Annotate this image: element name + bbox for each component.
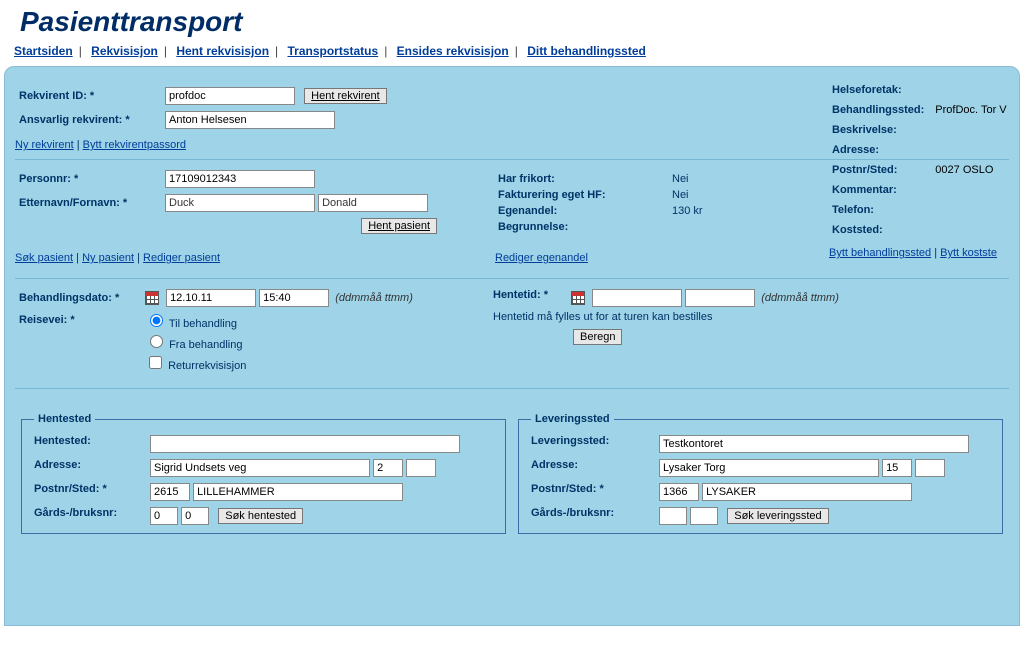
nav-rekvisisjon[interactable]: Rekvisisjon — [91, 44, 158, 58]
behandlingsdato-label: Behandlingsdato: * — [15, 289, 145, 307]
reisevei-label: Reisevei: * — [15, 311, 145, 374]
radio-fra-behandling[interactable] — [150, 335, 163, 348]
hentested-adresse-input[interactable] — [150, 459, 370, 477]
frikort-value: Nei — [664, 172, 704, 186]
info-beskrivelse-label: Beskrivelse: — [831, 121, 932, 139]
etternavn-input — [165, 194, 315, 212]
fakturering-value: Nei — [664, 188, 704, 202]
hent-pasient-button[interactable]: Hent pasient — [361, 218, 437, 234]
nav-hent-rekvisisjon[interactable]: Hent rekvisisjon — [176, 44, 269, 58]
hentetid-label: Hentetid: * — [493, 289, 571, 307]
hentested-gbnr-label: Gårds-/bruksnr: — [34, 507, 150, 525]
info-block: Helseforetak: Behandlingssted:ProfDoc. T… — [829, 79, 1019, 261]
rekvirent-id-input[interactable] — [165, 87, 295, 105]
nav-ditt-behandlingssted[interactable]: Ditt behandlingssted — [527, 44, 646, 58]
leveringssted-legend: Leveringssted — [531, 413, 614, 425]
hentested-gardsnr-input[interactable] — [150, 507, 178, 525]
hentested-adresse-label: Adresse: — [34, 459, 150, 477]
link-rediger-egenandel[interactable]: Rediger egenandel — [495, 252, 588, 264]
calendar-icon-hentetid[interactable] — [571, 291, 585, 305]
leveringssted-gardsnr-input[interactable] — [659, 507, 687, 525]
etternavn-fornavn-label: Etternavn/Fornavn: * — [15, 194, 165, 234]
hent-rekvirent-button[interactable]: Hent rekvirent — [304, 88, 386, 104]
hentested-sted-input[interactable] — [193, 483, 403, 501]
hentetid-format-hint: (ddmmåå ttmm) — [761, 292, 839, 304]
info-behandlingssted-value: ProfDoc. Tor V — [934, 101, 1014, 119]
hentested-adresse-extra-input[interactable] — [406, 459, 436, 477]
behandlingsdato-input[interactable] — [166, 289, 256, 307]
begrunnelse-label: Begrunnelse: — [497, 220, 662, 234]
egenandel-label: Egenandel: — [497, 204, 662, 218]
leveringssted-fieldset: Leveringssted Leveringssted: Adresse: Po… — [518, 413, 1003, 534]
leveringssted-label: Leveringssted: — [531, 435, 659, 453]
frikort-label: Har frikort: — [497, 172, 662, 186]
ansvarlig-rekvirent-input[interactable] — [165, 111, 335, 129]
leveringssted-adresse-nr-input[interactable] — [882, 459, 912, 477]
hentetid-dato-input[interactable] — [592, 289, 682, 307]
checkbox-returrekvisisjon-label: Returrekvisisjon — [168, 360, 246, 372]
hentested-postnr-label: Postnr/Sted: * — [34, 483, 150, 501]
link-rediger-pasient[interactable]: Rediger pasient — [143, 252, 220, 264]
info-helseforetak-label: Helseforetak: — [831, 81, 932, 99]
hentested-adresse-nr-input[interactable] — [373, 459, 403, 477]
fornavn-input — [318, 194, 428, 212]
leveringssted-adresse-extra-input[interactable] — [915, 459, 945, 477]
hentested-bruksnr-input[interactable] — [181, 507, 209, 525]
nav-ensides-rekvisisjon[interactable]: Ensides rekvisisjon — [397, 44, 509, 58]
fakturering-label: Fakturering eget HF: — [497, 188, 662, 202]
link-bytt-behandlingssted[interactable]: Bytt behandlingssted — [829, 247, 931, 259]
radio-fra-behandling-label: Fra behandling — [169, 339, 242, 351]
nav-transportstatus[interactable]: Transportstatus — [288, 44, 379, 58]
link-ny-pasient[interactable]: Ny pasient — [82, 252, 134, 264]
main-panel: Helseforetak: Behandlingssted:ProfDoc. T… — [4, 66, 1020, 626]
hentetid-tid-input[interactable] — [685, 289, 755, 307]
hentested-fieldset: Hentested Hentested: Adresse: Postnr/Ste… — [21, 413, 506, 534]
egenandel-value: 130 kr — [664, 204, 704, 218]
info-koststed-label: Koststed: — [831, 221, 932, 239]
link-ny-rekvirent[interactable]: Ny rekvirent — [15, 139, 74, 151]
leveringssted-gbnr-label: Gårds-/bruksnr: — [531, 507, 659, 525]
link-sok-pasient[interactable]: Søk pasient — [15, 252, 73, 264]
leveringssted-adresse-input[interactable] — [659, 459, 879, 477]
sok-leveringssted-button[interactable]: Søk leveringssted — [727, 508, 828, 524]
hentetid-hint: Hentetid må fylles ut for at turen kan b… — [493, 311, 713, 323]
checkbox-returrekvisisjon[interactable] — [149, 356, 162, 369]
top-nav: Startsiden| Rekvisisjon| Hent rekvisisjo… — [0, 44, 1024, 66]
hentested-input[interactable] — [150, 435, 460, 453]
hentested-postnr-input[interactable] — [150, 483, 190, 501]
leveringssted-bruksnr-input[interactable] — [690, 507, 718, 525]
ansvarlig-rekvirent-label: Ansvarlig rekvirent: * — [15, 111, 165, 129]
hentested-label: Hentested: — [34, 435, 150, 453]
sok-hentested-button[interactable]: Søk hentested — [218, 508, 303, 524]
link-bytt-rekvirentpassord[interactable]: Bytt rekvirentpassord — [83, 139, 186, 151]
leveringssted-sted-input[interactable] — [702, 483, 912, 501]
calendar-icon[interactable] — [145, 291, 159, 305]
page-title: Pasienttransport — [0, 0, 1024, 44]
info-behandlingssted-label: Behandlingssted: — [831, 101, 932, 119]
leveringssted-postnr-input[interactable] — [659, 483, 699, 501]
leveringssted-input[interactable] — [659, 435, 969, 453]
info-postnr-value: 0027 OSLO — [934, 161, 1014, 179]
personnr-input[interactable] — [165, 170, 315, 188]
behandlingstid-input[interactable] — [259, 289, 329, 307]
info-kommentar-label: Kommentar: — [831, 181, 932, 199]
radio-til-behandling[interactable] — [150, 314, 163, 327]
leveringssted-adresse-label: Adresse: — [531, 459, 659, 477]
hentested-legend: Hentested — [34, 413, 95, 425]
radio-til-behandling-label: Til behandling — [169, 318, 237, 330]
beregn-button[interactable]: Beregn — [573, 329, 622, 345]
info-postnr-label: Postnr/Sted: — [831, 161, 932, 179]
dato-format-hint: (ddmmåå ttmm) — [335, 292, 413, 304]
leveringssted-postnr-label: Postnr/Sted: * — [531, 483, 659, 501]
nav-startsiden[interactable]: Startsiden — [14, 44, 73, 58]
link-bytt-koststed[interactable]: Bytt kostste — [940, 247, 997, 259]
info-adresse-label: Adresse: — [831, 141, 932, 159]
rekvirent-id-label: Rekvirent ID: * — [15, 87, 165, 105]
info-telefon-label: Telefon: — [831, 201, 932, 219]
